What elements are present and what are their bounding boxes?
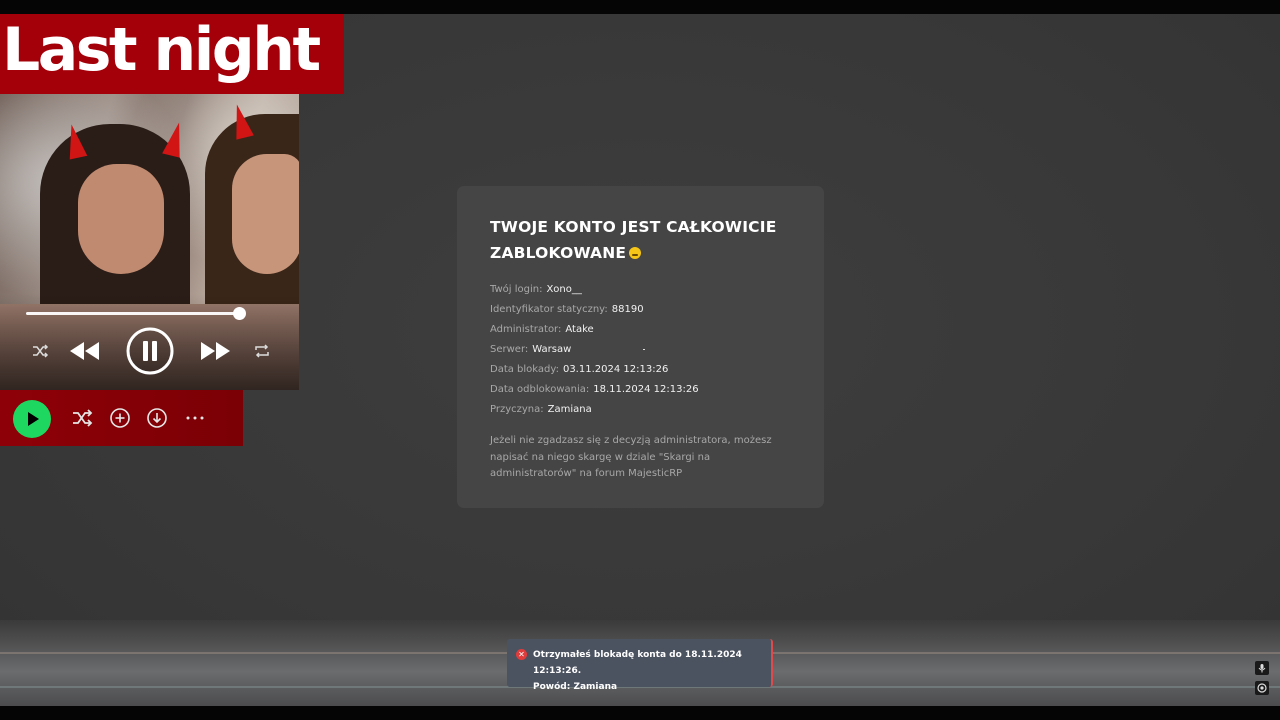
photo-figure-right-face: [232, 154, 299, 274]
song-title: Last night: [2, 15, 321, 85]
ban-panel: TWOJE KONTO JEST CAŁKOWICIE ZABLOKOWANE …: [457, 186, 824, 508]
info-row-ban-date: Data blokady: 03.11.2024 12:13:26: [490, 360, 791, 380]
more-options-icon[interactable]: [183, 406, 207, 430]
add-circle-icon[interactable]: [108, 406, 132, 430]
info-value: Atake: [565, 324, 594, 335]
info-label: Data odblokowania:: [490, 384, 590, 395]
info-label: Identyfikator statyczny:: [490, 304, 608, 315]
top-letterbox: [0, 0, 1280, 14]
shuffle-icon-svg: [33, 344, 49, 358]
song-title-banner: Last night: [0, 14, 344, 94]
shuffle-icon-svg: [73, 409, 93, 427]
info-row-static-id: Identyfikator statyczny: 88190: [490, 300, 791, 320]
info-value: 03.11.2024 12:13:26: [562, 364, 669, 375]
fast-forward-icon[interactable]: [198, 338, 234, 364]
download-circle-icon-svg: [147, 408, 167, 428]
stray-pixel: [643, 348, 646, 350]
microphone-icon[interactable]: [1255, 661, 1269, 675]
pause-icon: [126, 327, 174, 375]
info-value: Zamiana: [547, 404, 592, 415]
repeat-icon-svg: [255, 344, 269, 358]
info-label: Data blokady:: [490, 364, 559, 375]
info-row-server: Serwer: Warsaw: [490, 340, 791, 360]
info-label: Administrator:: [490, 324, 562, 335]
info-value: 18.11.2024 12:13:26: [593, 384, 699, 395]
appeal-text: Jeżeli nie zgadzasz się z decyzją admini…: [490, 435, 772, 479]
bottom-letterbox: [0, 706, 1280, 720]
photo-figure-left-face: [78, 164, 164, 274]
download-circle-icon[interactable]: [145, 406, 169, 430]
shuffle-icon[interactable]: [70, 406, 94, 430]
ban-title: TWOJE KONTO JEST CAŁKOWICIE ZABLOKOWANE: [490, 214, 791, 266]
settings-circle-icon-svg: [1257, 683, 1267, 693]
sad-face-emoji-icon: [629, 247, 642, 259]
notification-line2: Powód: Zamiana: [533, 682, 618, 692]
info-value: Warsaw: [532, 344, 572, 355]
add-circle-icon-svg: [110, 408, 130, 428]
info-label: Twój login:: [490, 284, 543, 295]
player-action-bar: [0, 390, 243, 446]
ban-notification: ✕ Otrzymałeś blokadę konta do 18.11.2024…: [507, 639, 773, 692]
notification-line1: Otrzymałeś blokadę konta do 18.11.2024 1…: [533, 650, 742, 676]
error-x-icon: ✕: [516, 649, 527, 660]
info-label: Przyczyna:: [490, 404, 544, 415]
info-row-administrator: Administrator: Atake: [490, 320, 791, 340]
rewind-icon-svg: [70, 342, 99, 360]
info-value: 88190: [611, 304, 644, 315]
rewind-icon[interactable]: [66, 338, 102, 364]
info-row-unban-date: Data odblokowania: 18.11.2024 12:13:26: [490, 380, 791, 400]
info-row-login: Twój login: Xono__: [490, 280, 791, 300]
settings-circle-icon[interactable]: [1255, 681, 1269, 695]
info-row-reason: Przyczyna: Zamiana: [490, 400, 791, 420]
repeat-icon[interactable]: [252, 341, 272, 361]
more-options-icon-svg: [186, 416, 204, 420]
shuffle-icon[interactable]: [30, 341, 50, 361]
pause-button[interactable]: [126, 327, 174, 375]
playback-progress-knob[interactable]: [233, 307, 246, 320]
info-label: Serwer:: [490, 344, 529, 355]
fast-forward-icon-svg: [201, 342, 230, 360]
play-button[interactable]: [13, 400, 51, 438]
playback-progress-track[interactable]: [26, 312, 240, 315]
microphone-icon-svg: [1258, 664, 1266, 673]
info-value: Xono__: [546, 284, 582, 295]
